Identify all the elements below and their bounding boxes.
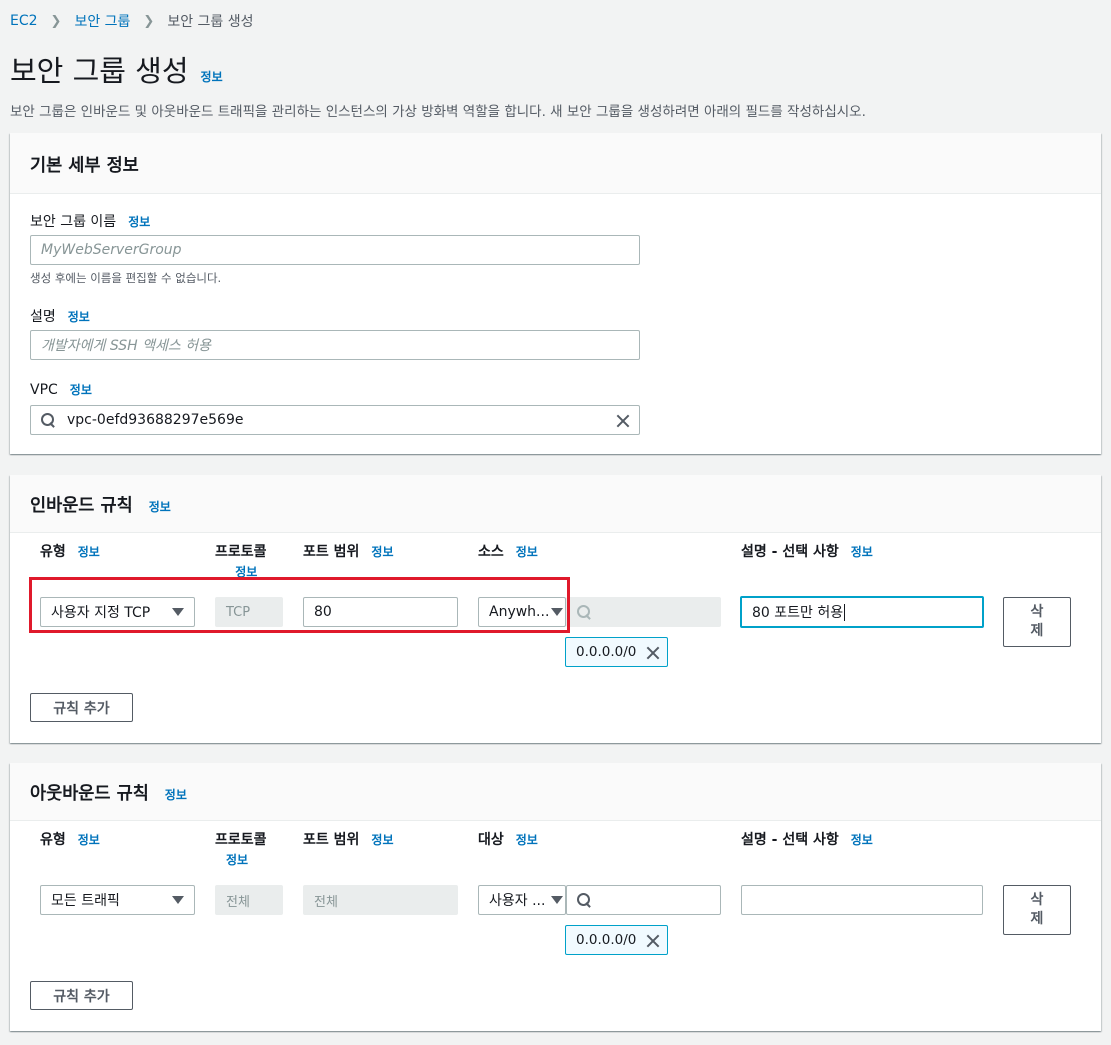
outbound-dest-select[interactable]: 사용자 ... <box>478 885 566 915</box>
outbound-col-port-info[interactable]: 정보 <box>371 833 393 847</box>
vpc-search-field[interactable]: vpc-0efd93688297e569e <box>30 405 640 435</box>
page-info-link[interactable]: 정보 <box>201 68 223 85</box>
outbound-col-port-text: 포트 범위 <box>303 832 360 848</box>
inbound-col-desc-info[interactable]: 정보 <box>851 545 873 559</box>
basic-details-panel: 기본 세부 정보 보안 그룹 이름 정보 MyWebServerGroup 생성… <box>10 133 1101 454</box>
inbound-delete-button[interactable]: 삭 제 <box>1003 597 1071 647</box>
inbound-col-port: 포트 범위 정보 <box>303 541 394 561</box>
inbound-col-type-info[interactable]: 정보 <box>78 545 100 559</box>
outbound-cidr-token: 0.0.0.0/0 <box>565 925 668 955</box>
breadcrumb: EC2 ❯ 보안 그룹 ❯ 보안 그룹 생성 <box>10 11 254 31</box>
inbound-col-desc-text: 설명 - 선택 사항 <box>741 544 839 560</box>
outbound-col-type: 유형 정보 <box>40 829 100 849</box>
search-icon <box>577 893 591 907</box>
outbound-rules-header: 아웃바운드 규칙 정보 <box>10 763 1101 821</box>
inbound-col-port-text: 포트 범위 <box>303 544 360 560</box>
inbound-col-type: 유형 정보 <box>40 541 100 561</box>
inbound-col-port-info[interactable]: 정보 <box>371 545 393 559</box>
search-icon <box>577 605 591 619</box>
inbound-cidr-token: 0.0.0.0/0 <box>565 637 668 667</box>
page-title: 보안 그룹 생성 <box>10 54 189 88</box>
text-cursor <box>844 603 846 621</box>
outbound-col-protocol: 프로토콜 정보 <box>215 829 267 868</box>
highlight-box <box>29 577 570 633</box>
outbound-col-desc-info[interactable]: 정보 <box>851 833 873 847</box>
page-title-row: 보안 그룹 생성 정보 <box>10 48 223 90</box>
remove-token-icon[interactable] <box>646 934 657 947</box>
vpc-label: VPC 정보 <box>30 381 92 398</box>
page-description: 보안 그룹은 인바운드 및 아웃바운드 트래픽을 관리하는 인스턴스의 가상 방… <box>10 104 866 120</box>
inbound-col-protocol: 프로토콜 정보 <box>215 541 267 580</box>
caret-down-icon <box>172 896 184 904</box>
delete-label-bottom: 제 <box>1030 623 1044 639</box>
inbound-cidr-search[interactable] <box>566 597 721 627</box>
sg-name-input[interactable]: MyWebServerGroup <box>30 235 640 265</box>
remove-token-icon[interactable] <box>646 646 657 659</box>
chevron-right-icon: ❯ <box>143 13 155 29</box>
outbound-cidr-value: 0.0.0.0/0 <box>576 932 637 948</box>
inbound-col-source: 소스 정보 <box>478 541 538 561</box>
outbound-desc-input[interactable] <box>741 885 983 915</box>
outbound-col-desc-text: 설명 - 선택 사항 <box>741 832 839 848</box>
delete-label-bottom: 제 <box>1030 911 1044 927</box>
sg-desc-label: 설명 정보 <box>30 306 90 326</box>
outbound-col-port: 포트 범위 정보 <box>303 829 394 849</box>
sg-desc-label-text: 설명 <box>30 309 56 325</box>
outbound-port-field: 전체 <box>303 885 458 915</box>
outbound-col-desc: 설명 - 선택 사항 정보 <box>741 829 873 849</box>
delete-label-top: 삭 <box>1030 604 1044 620</box>
outbound-rules-panel: 아웃바운드 규칙 정보 유형 정보 프로토콜 정보 포트 범위 정보 대상 정보 설명… <box>10 763 1101 1031</box>
vpc-value: vpc-0efd93688297e569e <box>67 412 244 428</box>
vpc-label-text: VPC <box>30 382 58 398</box>
outbound-col-dest-info[interactable]: 정보 <box>516 833 538 847</box>
inbound-rules-title: 인바운드 규칙 <box>30 496 133 516</box>
inbound-col-type-text: 유형 <box>40 544 66 560</box>
outbound-delete-button[interactable]: 삭 제 <box>1003 885 1071 935</box>
inbound-col-desc: 설명 - 선택 사항 정보 <box>741 541 873 561</box>
outbound-dest-value: 사용자 ... <box>489 893 546 909</box>
inbound-rules-panel: 인바운드 규칙 정보 유형 정보 프로토콜 정보 포트 범위 정보 소스 정보 설명 … <box>10 475 1101 743</box>
outbound-type-select[interactable]: 모든 트래픽 <box>40 885 195 915</box>
outbound-type-value: 모든 트래픽 <box>51 893 120 909</box>
outbound-protocol-field: 전체 <box>215 885 283 915</box>
inbound-info-link[interactable]: 정보 <box>149 498 171 515</box>
caret-down-icon <box>551 896 563 904</box>
sg-name-info-link[interactable]: 정보 <box>128 213 150 230</box>
outbound-col-type-info[interactable]: 정보 <box>78 833 100 847</box>
outbound-col-type-text: 유형 <box>40 832 66 848</box>
outbound-col-protocol-text: 프로토콜 <box>215 832 267 848</box>
inbound-col-source-text: 소스 <box>478 544 504 560</box>
sg-desc-info-link[interactable]: 정보 <box>68 308 90 325</box>
outbound-add-rule-button[interactable]: 규칙 추가 <box>30 981 133 1010</box>
outbound-cidr-search[interactable] <box>566 885 721 915</box>
sg-desc-input[interactable]: 개발자에게 SSH 액세스 허용 <box>30 330 640 360</box>
breadcrumb-current: 보안 그룹 생성 <box>167 14 254 30</box>
inbound-desc-input[interactable]: 80 포트만 허용 <box>740 596 984 628</box>
inbound-col-protocol-text: 프로토콜 <box>215 544 267 560</box>
clear-icon[interactable] <box>616 414 629 427</box>
outbound-col-dest-text: 대상 <box>478 832 504 848</box>
inbound-rules-header: 인바운드 규칙 정보 <box>10 475 1101 533</box>
outbound-rules-title: 아웃바운드 규칙 <box>30 784 149 804</box>
breadcrumb-ec2[interactable]: EC2 <box>10 13 38 29</box>
inbound-col-source-info[interactable]: 정보 <box>516 545 538 559</box>
basic-details-header: 기본 세부 정보 <box>10 133 1101 194</box>
sg-name-label-text: 보안 그룹 이름 <box>30 214 117 230</box>
inbound-cidr-value: 0.0.0.0/0 <box>576 644 637 660</box>
sg-name-hint: 생성 후에는 이름을 편집할 수 없습니다. <box>30 271 222 285</box>
chevron-right-icon: ❯ <box>50 13 62 29</box>
inbound-add-rule-button[interactable]: 규칙 추가 <box>30 693 133 722</box>
search-icon <box>41 413 55 427</box>
sg-name-label: 보안 그룹 이름 정보 <box>30 211 150 231</box>
outbound-col-dest: 대상 정보 <box>478 829 538 849</box>
outbound-col-protocol-info[interactable]: 정보 <box>226 851 267 868</box>
breadcrumb-security-groups[interactable]: 보안 그룹 <box>74 11 130 31</box>
inbound-desc-value: 80 포트만 허용 <box>752 605 844 621</box>
outbound-info-link[interactable]: 정보 <box>165 786 187 803</box>
delete-label-top: 삭 <box>1030 892 1044 908</box>
vpc-info-link[interactable]: 정보 <box>70 381 92 398</box>
basic-details-title: 기본 세부 정보 <box>30 156 139 176</box>
